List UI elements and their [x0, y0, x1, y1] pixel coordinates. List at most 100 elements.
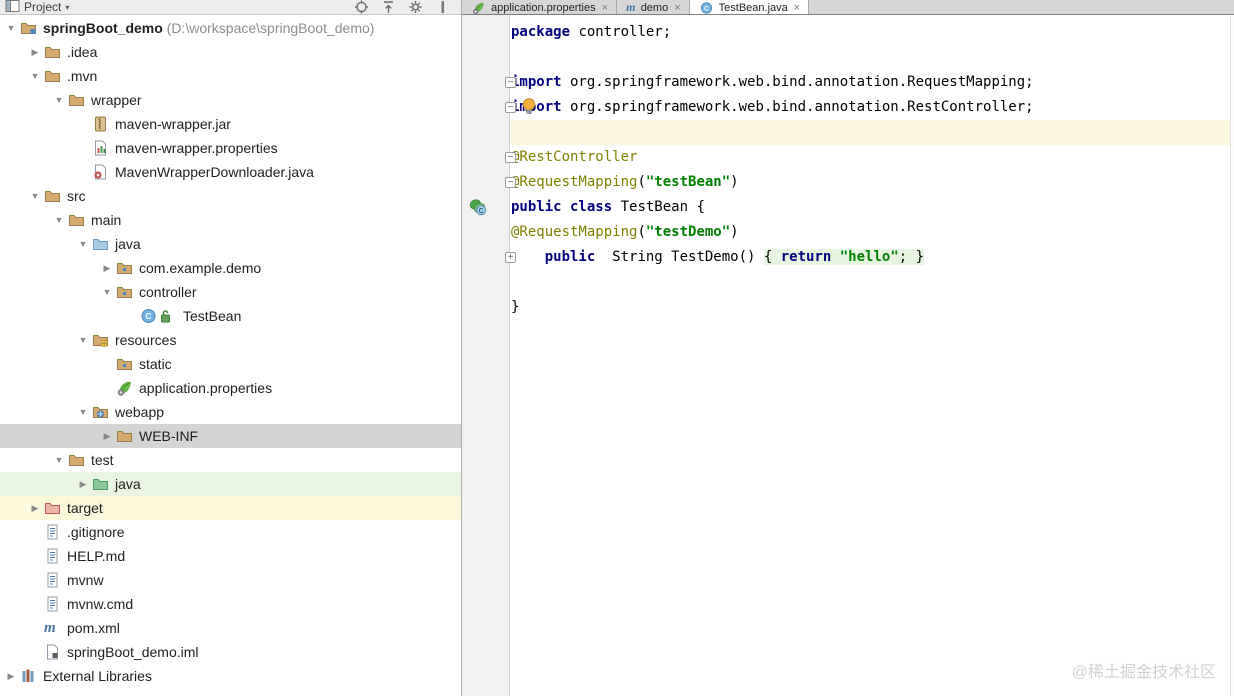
- jar-file-icon: [92, 116, 110, 132]
- text-file-icon: [44, 524, 62, 540]
- code-token: ): [730, 224, 739, 240]
- tree-item-label: wrapper: [91, 92, 142, 108]
- fold-collapse-icon[interactable]: −: [505, 102, 516, 113]
- chevron-expanded-icon[interactable]: ▼: [74, 239, 92, 249]
- text-file-icon: [44, 572, 62, 588]
- tree-row-webapp[interactable]: ▼ webapp: [0, 400, 461, 424]
- chevron-collapsed-icon[interactable]: ▶: [26, 47, 44, 58]
- tree-row-target[interactable]: ▶ target: [0, 496, 461, 520]
- tree-row-mavenwrapperdownloader-java[interactable]: MavenWrapperDownloader.java: [0, 160, 461, 184]
- chevron-expanded-icon[interactable]: ▼: [98, 287, 116, 297]
- tree-item-label: pom.xml: [67, 620, 120, 636]
- chevron-expanded-icon[interactable]: ▼: [74, 335, 92, 345]
- code-token: }: [511, 299, 520, 315]
- tree-row-pom-xml[interactable]: m pom.xml: [0, 616, 461, 640]
- tree-row-static[interactable]: static: [0, 352, 461, 376]
- code-line[interactable]: }: [511, 295, 1234, 320]
- project-path: (D:\workspace\springBoot_demo): [162, 20, 375, 36]
- tree-row-resources[interactable]: ▼ resources: [0, 328, 461, 352]
- chevron-collapsed-icon[interactable]: ▶: [26, 503, 44, 514]
- chevron-collapsed-icon[interactable]: ▶: [98, 431, 116, 442]
- tree-row-controller[interactable]: ▼ controller: [0, 280, 461, 304]
- chevron-collapsed-icon[interactable]: ▶: [2, 671, 20, 682]
- hide-panel-icon[interactable]: [434, 0, 451, 14]
- watermark: @稀土掘金技术社区: [1071, 664, 1216, 681]
- properties-file-icon: [92, 140, 110, 156]
- tree-row--gitignore[interactable]: .gitignore: [0, 520, 461, 544]
- tab-demo[interactable]: m demo ×: [617, 0, 690, 14]
- tree-row-web-inf[interactable]: ▶ WEB-INF: [0, 424, 461, 448]
- code-line[interactable]: import org.springframework.web.bind.anno…: [511, 95, 1234, 120]
- code-token: import: [511, 74, 562, 90]
- settings-gear-icon[interactable]: [407, 0, 424, 14]
- tree-row--idea[interactable]: ▶ .idea: [0, 40, 461, 64]
- code-line[interactable]: package controller;: [511, 20, 1234, 45]
- svg-text:C: C: [145, 311, 151, 321]
- fold-expand-icon[interactable]: +: [505, 252, 516, 263]
- project-panel-header: Project ▾: [0, 0, 461, 15]
- tree-row-test[interactable]: ▼ test: [0, 448, 461, 472]
- tree-row-mvnw[interactable]: mvnw: [0, 568, 461, 592]
- tree-row-maven-wrapper-properties[interactable]: maven-wrapper.properties: [0, 136, 461, 160]
- folder-icon: [68, 212, 86, 228]
- tree-row-maven-wrapper-jar[interactable]: maven-wrapper.jar: [0, 112, 461, 136]
- intention-bulb-icon[interactable]: [520, 97, 538, 120]
- folder-resources-icon: [92, 332, 110, 348]
- close-tab-icon[interactable]: ×: [602, 2, 608, 14]
- code-lines[interactable]: package controller; import org.springfram…: [511, 15, 1234, 320]
- current-line[interactable]: [511, 120, 1234, 145]
- locate-icon[interactable]: [353, 0, 370, 14]
- tree-row-main[interactable]: ▼ main: [0, 208, 461, 232]
- tree-row-src[interactable]: ▼ src: [0, 184, 461, 208]
- tab-testbean-java[interactable]: C TestBean.java ×: [689, 0, 810, 14]
- fold-collapse-icon[interactable]: −: [505, 152, 516, 163]
- tree-row-java[interactable]: ▼ java: [0, 232, 461, 256]
- chevron-collapsed-icon[interactable]: ▶: [98, 263, 116, 274]
- code-token: @RestController: [511, 149, 638, 165]
- code-line[interactable]: import org.springframework.web.bind.anno…: [511, 70, 1234, 95]
- close-tab-icon[interactable]: ×: [794, 2, 800, 14]
- chevron-expanded-icon[interactable]: ▼: [26, 71, 44, 81]
- chevron-expanded-icon[interactable]: ▼: [26, 191, 44, 201]
- tab-label: application.properties: [491, 1, 596, 14]
- code-line[interactable]: @RestController: [511, 145, 1234, 170]
- folder-package-icon: [116, 356, 134, 372]
- editor-scrollbar-track[interactable]: [1230, 15, 1234, 696]
- code-line[interactable]: public class TestBean {: [511, 195, 1234, 220]
- code-line[interactable]: [511, 270, 1234, 295]
- project-panel-title[interactable]: Project: [24, 0, 61, 14]
- chevron-expanded-icon[interactable]: ▼: [50, 455, 68, 465]
- tree-row-com-example-demo[interactable]: ▶ com.example.demo: [0, 256, 461, 280]
- code-editor[interactable]: package controller; import org.springfram…: [462, 15, 1234, 696]
- spring-bean-gutter-icon[interactable]: C: [469, 198, 488, 220]
- fold-collapse-icon[interactable]: −: [505, 177, 516, 188]
- fold-collapse-icon[interactable]: −: [505, 77, 516, 88]
- tree-row-external-libraries[interactable]: ▶ External Libraries: [0, 664, 461, 688]
- chevron-expanded-icon[interactable]: ▼: [50, 95, 68, 105]
- tree-row--mvn[interactable]: ▼ .mvn: [0, 64, 461, 88]
- tree-item-label: .idea: [67, 44, 98, 60]
- tree-row-mvnw-cmd[interactable]: mvnw.cmd: [0, 592, 461, 616]
- tree-row-help-md[interactable]: HELP.md: [0, 544, 461, 568]
- project-tree[interactable]: ▼ springBoot_demo (D:\workspace\springBoo…: [0, 15, 461, 696]
- code-line[interactable]: [511, 45, 1234, 70]
- tree-row-application-properties[interactable]: application.properties: [0, 376, 461, 400]
- chevron-expanded-icon[interactable]: ▼: [74, 407, 92, 417]
- tree-row-springboot-demo-iml[interactable]: springBoot_demo.iml: [0, 640, 461, 664]
- tab-application-properties[interactable]: application.properties ×: [462, 0, 618, 14]
- editor-tab-bar: application.properties × m demo × C TestBean.j…: [462, 0, 1234, 15]
- close-tab-icon[interactable]: ×: [674, 2, 680, 14]
- code-line[interactable]: @RequestMapping("testBean"): [511, 170, 1234, 195]
- tree-row-wrapper[interactable]: ▼ wrapper: [0, 88, 461, 112]
- java-file-icon: [92, 164, 110, 180]
- code-line[interactable]: public String TestDemo() { return "hello…: [511, 245, 1234, 270]
- collapse-all-icon[interactable]: [380, 0, 397, 14]
- chevron-expanded-icon[interactable]: ▼: [2, 23, 20, 33]
- tree-row-springboot-demo[interactable]: ▼ springBoot_demo (D:\workspace\springBoo…: [0, 16, 461, 40]
- chevron-down-icon[interactable]: ▾: [65, 3, 69, 12]
- code-line[interactable]: @RequestMapping("testDemo"): [511, 220, 1234, 245]
- tree-row-testbean[interactable]: C TestBean: [0, 304, 461, 328]
- tree-row-java[interactable]: ▶ java: [0, 472, 461, 496]
- chevron-collapsed-icon[interactable]: ▶: [74, 479, 92, 490]
- chevron-expanded-icon[interactable]: ▼: [50, 215, 68, 225]
